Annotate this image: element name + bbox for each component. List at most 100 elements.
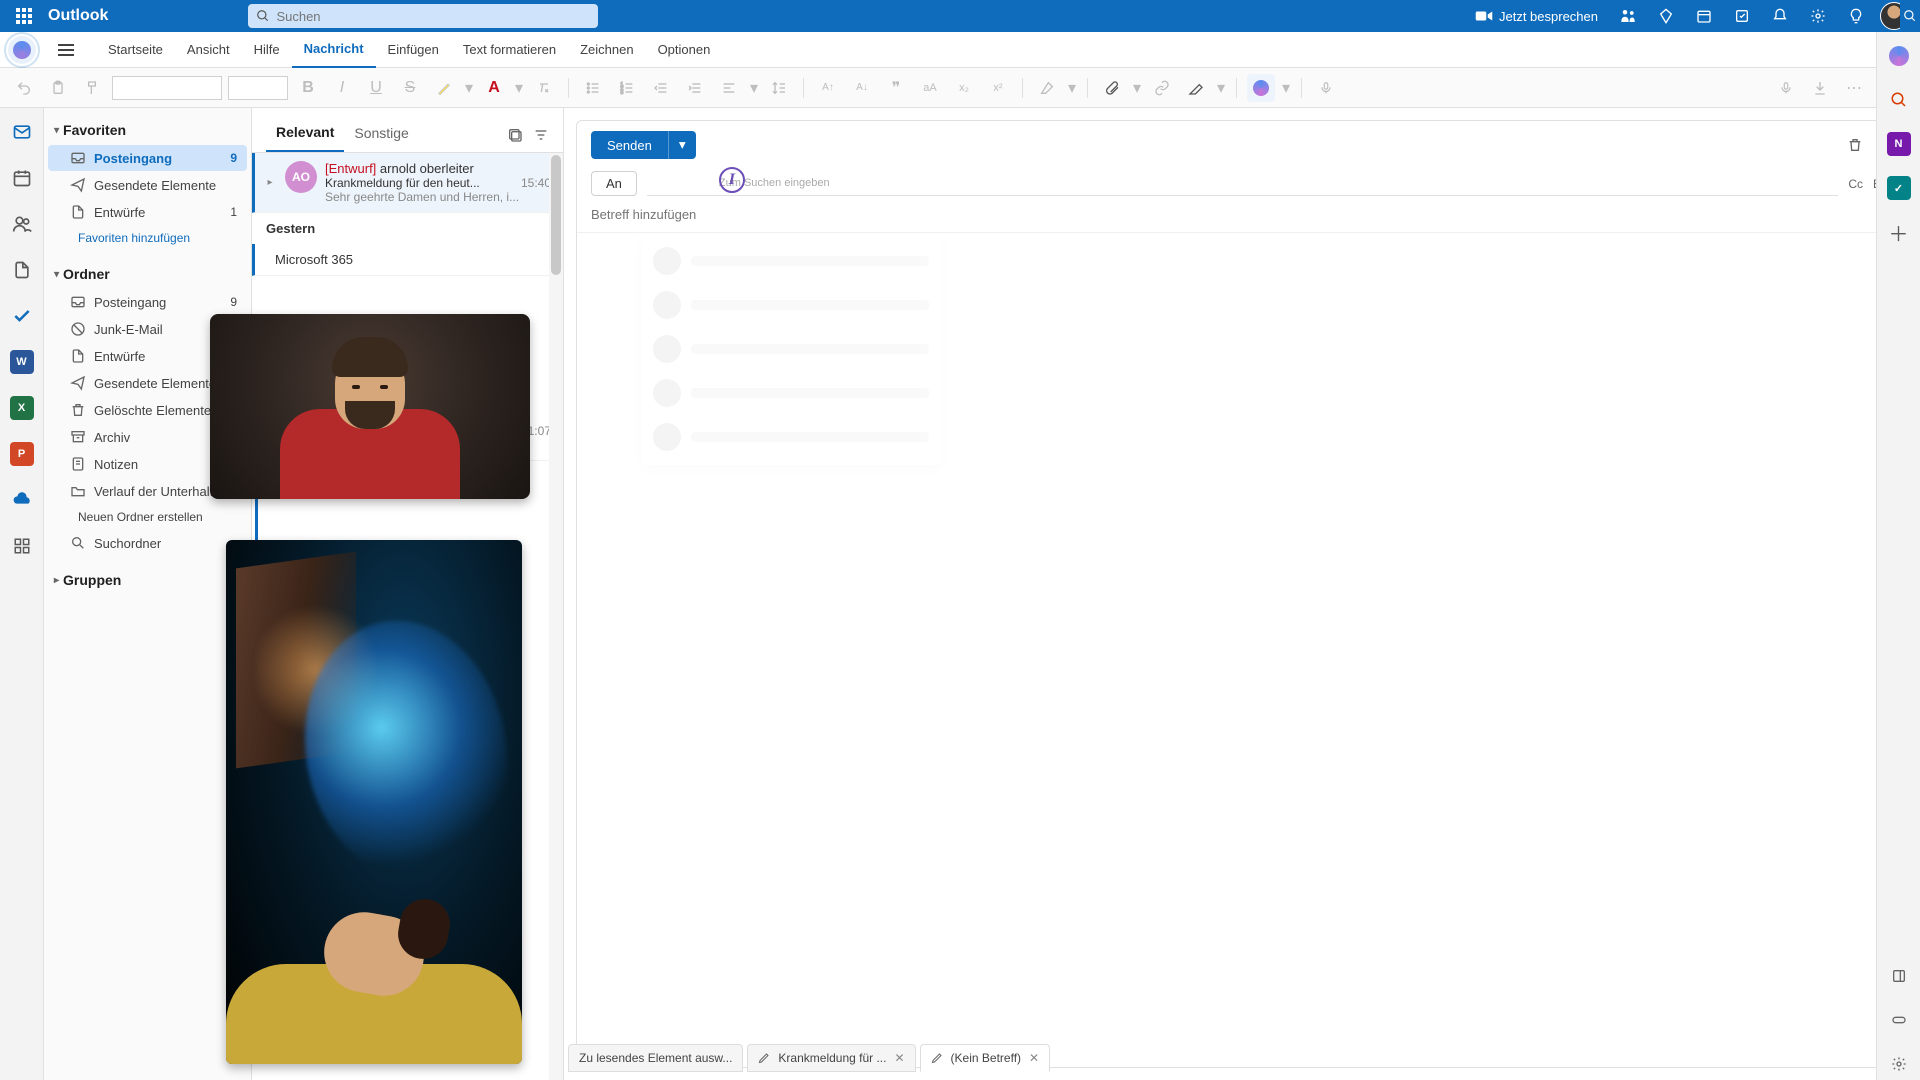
subject-field[interactable]	[591, 207, 1893, 222]
teams-icon[interactable]	[1610, 0, 1646, 32]
rail-files[interactable]	[4, 252, 40, 288]
folder-item[interactable]: Posteingang9	[48, 289, 247, 315]
search-folders[interactable]: Suchordner	[48, 530, 247, 556]
send-options-button[interactable]: ▾	[668, 131, 696, 159]
close-icon[interactable]: ✕	[894, 1051, 904, 1065]
rail-excel[interactable]: X	[4, 390, 40, 426]
chevron-down-icon[interactable]: ▾	[464, 74, 474, 102]
rail-onenote[interactable]: N	[1883, 128, 1915, 160]
rail-collapse[interactable]	[1883, 960, 1915, 992]
ribbon-tab[interactable]: Optionen	[646, 32, 723, 68]
compose-tab[interactable]: (Kein Betreff)✕	[920, 1044, 1051, 1072]
rail-word[interactable]: W	[4, 344, 40, 380]
compose-body[interactable]	[577, 233, 1907, 1067]
chevron-down-icon[interactable]: ▾	[1067, 74, 1077, 102]
app-launcher[interactable]	[8, 0, 40, 32]
italic-button[interactable]: I	[328, 74, 356, 102]
decrease-indent-button[interactable]	[647, 74, 675, 102]
ribbon-tab[interactable]: Nachricht	[292, 32, 376, 68]
rail-more-apps[interactable]	[4, 528, 40, 564]
chevron-down-icon[interactable]: ▾	[1216, 74, 1226, 102]
rail-calendar[interactable]	[4, 160, 40, 196]
styles-button[interactable]	[1033, 74, 1061, 102]
meet-now-button[interactable]: Jetzt besprechen	[1465, 0, 1608, 32]
settings-icon[interactable]	[1800, 0, 1836, 32]
rail-todo[interactable]	[4, 298, 40, 334]
quote-button[interactable]: ❞	[882, 74, 910, 102]
message-item[interactable]: Microsoft 365	[252, 244, 563, 276]
superscript-button[interactable]: x²	[984, 74, 1012, 102]
align-button[interactable]	[715, 74, 743, 102]
clear-formatting-button[interactable]	[530, 74, 558, 102]
send-button[interactable]: Senden	[591, 131, 668, 159]
sensitivity-button[interactable]	[1772, 74, 1800, 102]
ribbon-tab[interactable]: Startseite	[96, 32, 175, 68]
subscript-button[interactable]: x₂	[950, 74, 978, 102]
search-box[interactable]	[248, 4, 598, 28]
strikethrough-button[interactable]: S	[396, 74, 424, 102]
rail-copilot[interactable]	[1883, 40, 1915, 72]
folder-item[interactable]: Posteingang9	[48, 145, 247, 171]
cc-button[interactable]: Cc	[1848, 177, 1863, 191]
rail-settings-sync[interactable]	[1883, 1048, 1915, 1080]
filter-icon[interactable]	[533, 127, 549, 143]
signature-button[interactable]	[1182, 74, 1210, 102]
ribbon-tab[interactable]: Text formatieren	[451, 32, 568, 68]
increase-font-button[interactable]: A↑	[814, 74, 842, 102]
focused-tab[interactable]: Relevant	[266, 118, 344, 152]
to-button[interactable]: An	[591, 171, 637, 196]
search-input[interactable]	[276, 9, 590, 24]
decrease-font-button[interactable]: A↓	[848, 74, 876, 102]
notifications-icon[interactable]	[1762, 0, 1798, 32]
my-day-icon[interactable]	[1724, 0, 1760, 32]
premium-icon[interactable]	[1648, 0, 1684, 32]
change-case-button[interactable]: aA	[916, 74, 944, 102]
system-search-icon[interactable]	[1903, 9, 1917, 23]
attach-button[interactable]	[1098, 74, 1126, 102]
tips-icon[interactable]	[1838, 0, 1874, 32]
line-spacing-button[interactable]	[765, 74, 793, 102]
rail-zoom[interactable]	[1883, 1004, 1915, 1036]
select-all-icon[interactable]	[507, 127, 523, 143]
hamburger-button[interactable]	[50, 34, 82, 66]
more-options-button[interactable]: ⋯	[1840, 74, 1868, 102]
font-family-input[interactable]	[112, 76, 222, 100]
compose-tab[interactable]: Zu lesendes Element ausw...	[568, 1044, 743, 1072]
chevron-down-icon[interactable]: ▾	[514, 74, 524, 102]
bold-button[interactable]: B	[294, 74, 322, 102]
chevron-down-icon[interactable]: ▾	[1281, 74, 1291, 102]
format-painter-button[interactable]	[78, 74, 106, 102]
compose-tab[interactable]: Krankmeldung für ...✕	[747, 1044, 915, 1072]
chevron-down-icon[interactable]: ▾	[749, 74, 759, 102]
rail-people[interactable]	[4, 206, 40, 242]
rail-mail[interactable]	[4, 114, 40, 150]
numbering-button[interactable]: 123	[613, 74, 641, 102]
rail-add[interactable]: ＋	[1883, 216, 1915, 248]
rail-planner[interactable]: ✓	[1883, 172, 1915, 204]
expand-chevron-icon[interactable]: ▸	[263, 161, 277, 204]
groups-header[interactable]: ▸Gruppen	[44, 566, 251, 594]
chevron-down-icon[interactable]: ▾	[1132, 74, 1142, 102]
underline-button[interactable]: U	[362, 74, 390, 102]
folder-item[interactable]: Gesendete Elemente	[48, 172, 247, 198]
rail-search[interactable]	[1883, 84, 1915, 116]
new-folder-link[interactable]: Neuen Ordner erstellen	[44, 505, 251, 529]
undo-button[interactable]	[10, 74, 38, 102]
calendar-icon[interactable]	[1686, 0, 1722, 32]
copilot-button[interactable]	[1247, 74, 1275, 102]
folders-header[interactable]: ▸Ordner	[44, 260, 251, 288]
copilot-badge[interactable]	[8, 36, 36, 64]
close-icon[interactable]: ✕	[1029, 1051, 1039, 1065]
favorites-header[interactable]: ▸Favoriten	[44, 116, 251, 144]
paste-button[interactable]	[44, 74, 72, 102]
folder-item[interactable]: Entwürfe1	[48, 199, 247, 225]
ribbon-tab[interactable]: Hilfe	[242, 32, 292, 68]
font-size-input[interactable]	[228, 76, 288, 100]
add-favorite-link[interactable]: Favoriten hinzufügen	[44, 226, 251, 250]
ribbon-tab[interactable]: Ansicht	[175, 32, 242, 68]
ribbon-tab[interactable]: Einfügen	[376, 32, 451, 68]
dictate-button[interactable]	[1312, 74, 1340, 102]
ribbon-tab[interactable]: Zeichnen	[568, 32, 645, 68]
link-button[interactable]	[1148, 74, 1176, 102]
bullets-button[interactable]	[579, 74, 607, 102]
